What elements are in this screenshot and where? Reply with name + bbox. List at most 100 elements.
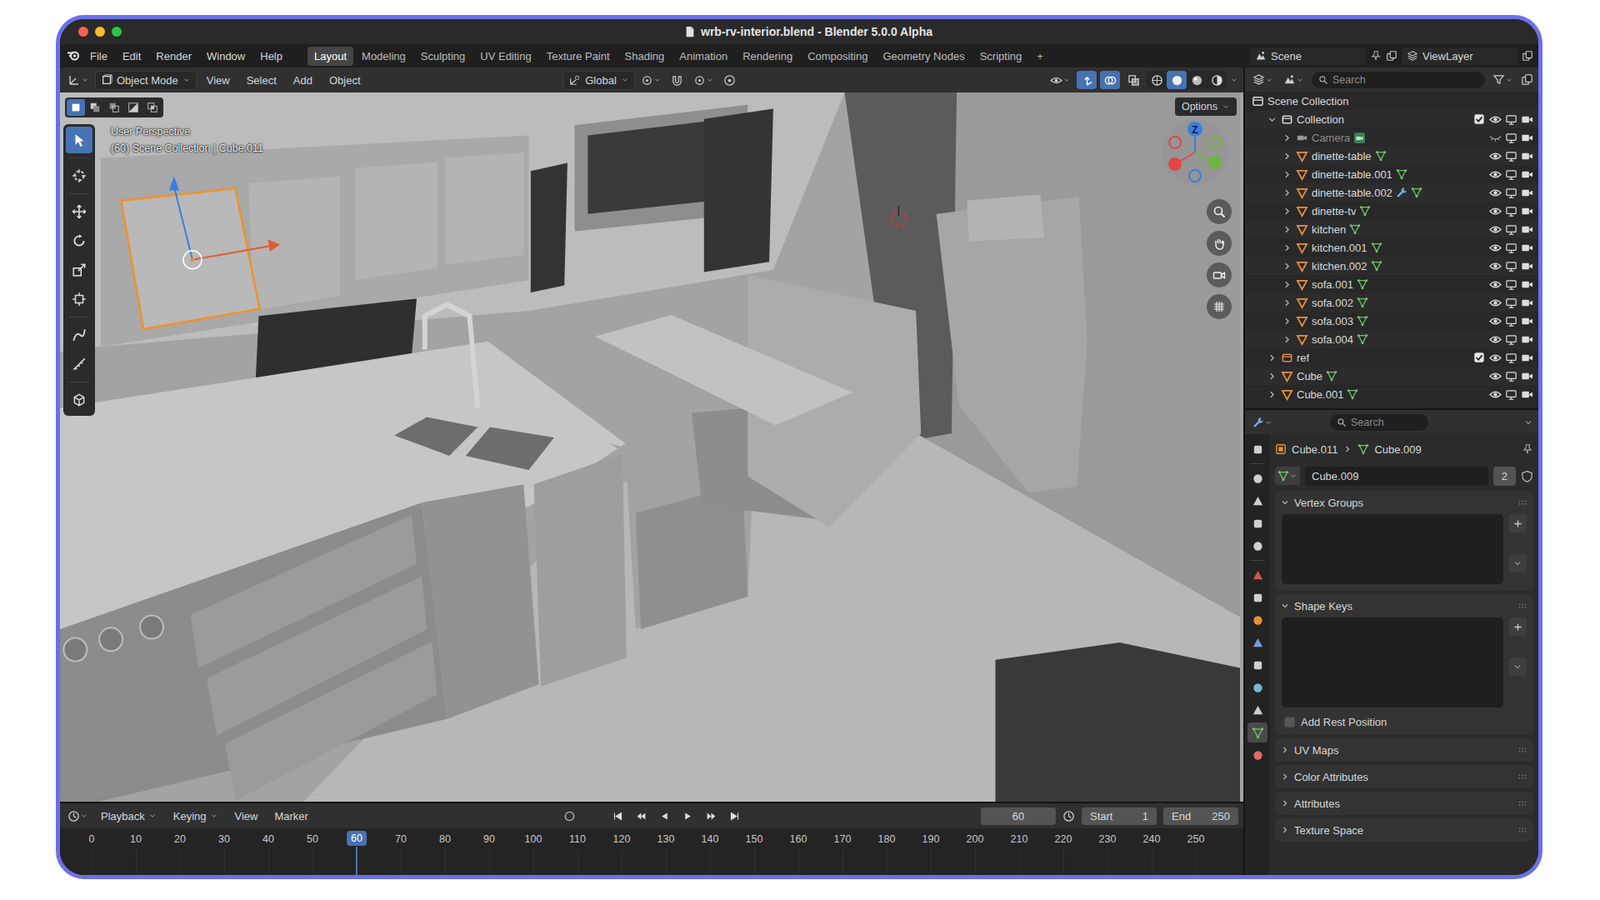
properties-tab[interactable]: [1247, 439, 1268, 460]
eye-icon[interactable]: [1489, 333, 1502, 346]
outliner-search[interactable]: Search: [1311, 71, 1485, 89]
visibility-button[interactable]: [1047, 70, 1074, 90]
viewport-menu[interactable]: Object: [322, 70, 368, 90]
menu-item[interactable]: File: [83, 46, 115, 66]
monitor-icon[interactable]: [1505, 351, 1518, 365]
workspace-tab[interactable]: Modeling: [355, 46, 413, 66]
outliner-row[interactable]: Collection: [1245, 110, 1539, 129]
snap-button[interactable]: [667, 70, 688, 90]
filter-button[interactable]: [1490, 70, 1516, 90]
panel-header[interactable]: UV Maps: [1275, 738, 1534, 762]
drag-grip-icon[interactable]: [1516, 600, 1529, 612]
properties-tab[interactable]: [1247, 535, 1268, 556]
outliner-row[interactable]: kitchen.002: [1245, 256, 1539, 275]
eye-icon[interactable]: [1489, 186, 1502, 200]
tool-button[interactable]: [65, 321, 93, 349]
gizmo-toggle[interactable]: [1076, 70, 1097, 90]
specials-button[interactable]: [1508, 554, 1527, 573]
monitor-icon[interactable]: [1505, 168, 1518, 181]
outliner-item-name[interactable]: dinette-table.001: [1311, 168, 1393, 181]
tool-button[interactable]: [65, 256, 93, 284]
add-button[interactable]: [1508, 617, 1527, 636]
render-camera-icon[interactable]: [1520, 205, 1534, 218]
exclude-checkbox[interactable]: [1473, 351, 1485, 364]
tool-button[interactable]: [65, 198, 93, 225]
playback-button[interactable]: [607, 806, 628, 825]
workspace-tab[interactable]: Texture Paint: [540, 46, 617, 66]
panel-header[interactable]: Vertex Groups: [1275, 490, 1534, 515]
monitor-icon[interactable]: [1505, 205, 1518, 218]
start-frame-field[interactable]: Start1: [1081, 807, 1157, 825]
outliner-item-name[interactable]: sofa.004: [1311, 333, 1354, 346]
outliner-row[interactable]: Cube: [1245, 366, 1539, 385]
collapsed-chevron-icon[interactable]: [1266, 370, 1278, 382]
viewport-menu[interactable]: Select: [240, 70, 284, 90]
pin-icon[interactable]: [1521, 443, 1534, 455]
outliner-item-name[interactable]: sofa.001: [1311, 278, 1354, 291]
exclude-checkbox[interactable]: [1473, 113, 1485, 125]
timeline-menu[interactable]: View: [228, 806, 265, 826]
navigation-button[interactable]: [1206, 230, 1232, 256]
render-camera-icon[interactable]: [1520, 370, 1534, 383]
end-frame-field[interactable]: End250: [1163, 807, 1239, 825]
workspace-tab[interactable]: Geometry Nodes: [875, 46, 971, 66]
outliner-item-name[interactable]: dinette-table: [1311, 150, 1372, 163]
eye-icon[interactable]: [1489, 260, 1502, 273]
scene-selector[interactable]: Scene: [1250, 47, 1366, 65]
preview-range-clock-icon[interactable]: [1062, 810, 1075, 823]
display-mode-button[interactable]: [1280, 70, 1307, 90]
playback-button[interactable]: [724, 806, 745, 825]
workspace-tab[interactable]: Compositing: [800, 46, 875, 66]
render-camera-icon[interactable]: [1520, 388, 1534, 401]
outliner-row[interactable]: dinette-tv: [1245, 201, 1539, 220]
tool-button[interactable]: [65, 350, 93, 378]
properties-tab[interactable]: [1247, 468, 1268, 489]
gizmo-axis-label[interactable]: Z: [1191, 124, 1198, 136]
editor-type-button[interactable]: [1250, 70, 1276, 90]
xray-toggle[interactable]: [1123, 70, 1144, 90]
editor-type-button[interactable]: [65, 806, 91, 825]
render-camera-icon[interactable]: [1520, 315, 1534, 328]
list-box[interactable]: [1281, 617, 1504, 708]
eye-icon[interactable]: [1489, 351, 1502, 365]
render-camera-icon[interactable]: [1520, 241, 1534, 255]
playback-button[interactable]: [700, 806, 721, 825]
outliner-row[interactable]: sofa.003: [1245, 311, 1539, 330]
panel-header[interactable]: Texture Space: [1275, 818, 1534, 842]
menu-item[interactable]: Window: [200, 46, 252, 66]
close-button[interactable]: [78, 26, 89, 37]
menu-item[interactable]: Help: [253, 46, 290, 66]
eye-icon[interactable]: [1489, 150, 1502, 163]
options-dropdown[interactable]: Options: [1175, 97, 1237, 116]
datablock-browse[interactable]: [1275, 466, 1300, 485]
proportional-button[interactable]: [720, 70, 740, 90]
outliner-row[interactable]: kitchen.001: [1245, 238, 1539, 257]
eye-icon[interactable]: [1489, 278, 1502, 291]
navigation-button[interactable]: [1206, 262, 1232, 288]
shading-mode-button[interactable]: [1166, 70, 1187, 90]
outliner-item-name[interactable]: kitchen.001: [1311, 241, 1368, 255]
scene-name[interactable]: Scene: [1270, 50, 1302, 63]
eye-icon[interactable]: [1489, 168, 1502, 181]
render-camera-icon[interactable]: [1520, 150, 1534, 163]
drag-grip-icon[interactable]: [1516, 770, 1529, 783]
tool-button[interactable]: [65, 126, 93, 154]
eye-icon[interactable]: [1489, 113, 1502, 126]
drag-grip-icon[interactable]: [1516, 824, 1529, 836]
render-camera-icon[interactable]: [1520, 351, 1534, 365]
outliner-item-name[interactable]: Collection: [1296, 113, 1345, 126]
monitor-icon[interactable]: [1505, 131, 1518, 145]
view-layer-name[interactable]: ViewLayer: [1422, 50, 1473, 63]
mode-dropdown[interactable]: Object Mode: [95, 70, 197, 90]
monitor-icon[interactable]: [1505, 260, 1518, 273]
minimize-button[interactable]: [95, 26, 105, 37]
workspace-tab[interactable]: Layout: [307, 46, 354, 66]
navigation-button[interactable]: [1206, 199, 1232, 225]
monitor-icon[interactable]: [1505, 278, 1518, 291]
eye-icon[interactable]: [1489, 315, 1502, 328]
eye-icon[interactable]: [1489, 370, 1502, 383]
render-camera-icon[interactable]: [1520, 296, 1534, 310]
collapsed-chevron-icon[interactable]: [1281, 279, 1293, 290]
monitor-icon[interactable]: [1505, 388, 1518, 401]
record-button[interactable]: [559, 806, 580, 825]
